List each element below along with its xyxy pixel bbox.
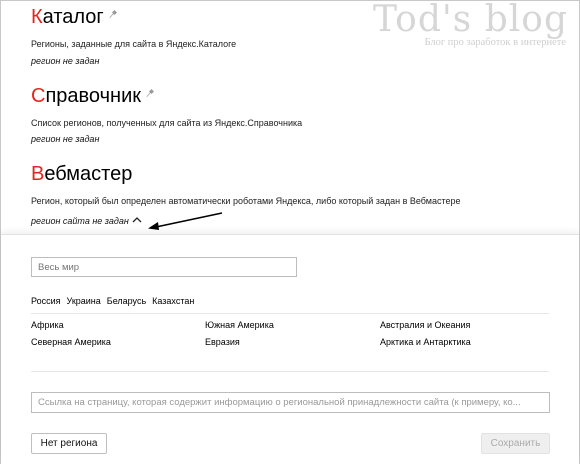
pin-icon[interactable] xyxy=(145,88,155,100)
catalog-title-first-letter: К xyxy=(31,6,43,28)
region-selector-panel: Россия Украина Беларусь Казахстан Африка Се… xyxy=(1,234,579,464)
arrow-annotation-icon xyxy=(148,212,223,230)
pin-icon[interactable] xyxy=(108,9,118,21)
watermark-title: Tod's blog xyxy=(372,0,568,40)
webmaster-title: Вебмастер xyxy=(31,162,132,186)
region-north-america[interactable]: Северная Америка xyxy=(31,337,111,347)
directory-title: Справочник xyxy=(31,84,155,108)
quick-region-ukraine[interactable]: Украина xyxy=(67,296,101,306)
region-south-america[interactable]: Южная Америка xyxy=(205,320,274,330)
webmaster-description: Регион, который был определен автоматиче… xyxy=(31,196,461,206)
catalog-title-rest: аталог xyxy=(42,6,104,28)
divider xyxy=(31,371,549,372)
region-proof-link-input[interactable]: Ссылка на страницу, которая содержит инф… xyxy=(31,392,550,413)
divider xyxy=(31,313,549,314)
quick-region-belarus[interactable]: Беларусь xyxy=(107,296,146,306)
catalog-status: регион не задан xyxy=(31,56,100,66)
directory-title-first-letter: С xyxy=(31,85,46,107)
region-search-input[interactable] xyxy=(31,257,297,277)
region-arctic-antarctic[interactable]: Арктика и Антарктика xyxy=(380,337,471,347)
quick-regions: Россия Украина Беларусь Казахстан xyxy=(31,296,200,306)
catalog-description: Регионы, заданные для сайта в Яндекс.Кат… xyxy=(31,39,237,49)
quick-region-russia[interactable]: Россия xyxy=(31,296,61,306)
quick-region-kazakhstan[interactable]: Казахстан xyxy=(152,296,194,306)
save-button[interactable]: Сохранить xyxy=(481,433,550,454)
directory-status: регион не задан xyxy=(31,134,100,144)
region-eurasia[interactable]: Евразия xyxy=(205,337,240,347)
catalog-title: Каталог xyxy=(31,5,118,29)
region-africa[interactable]: Африка xyxy=(31,320,64,330)
webmaster-title-rest: ебмастер xyxy=(44,163,133,185)
webmaster-title-first-letter: В xyxy=(31,163,45,185)
directory-description: Список регионов, полученных для сайта из… xyxy=(31,118,303,128)
no-region-button[interactable]: Нет региона xyxy=(31,433,107,454)
region-australia-oceania[interactable]: Австралия и Океания xyxy=(380,320,470,330)
watermark-subtitle: Блог про заработок в интернете xyxy=(424,37,566,48)
chevron-up-icon[interactable] xyxy=(132,216,142,224)
webmaster-status: регион сайта не задан xyxy=(31,215,142,227)
webmaster-status-text: регион сайта не задан xyxy=(31,216,129,226)
directory-title-rest: правочник xyxy=(45,85,141,107)
